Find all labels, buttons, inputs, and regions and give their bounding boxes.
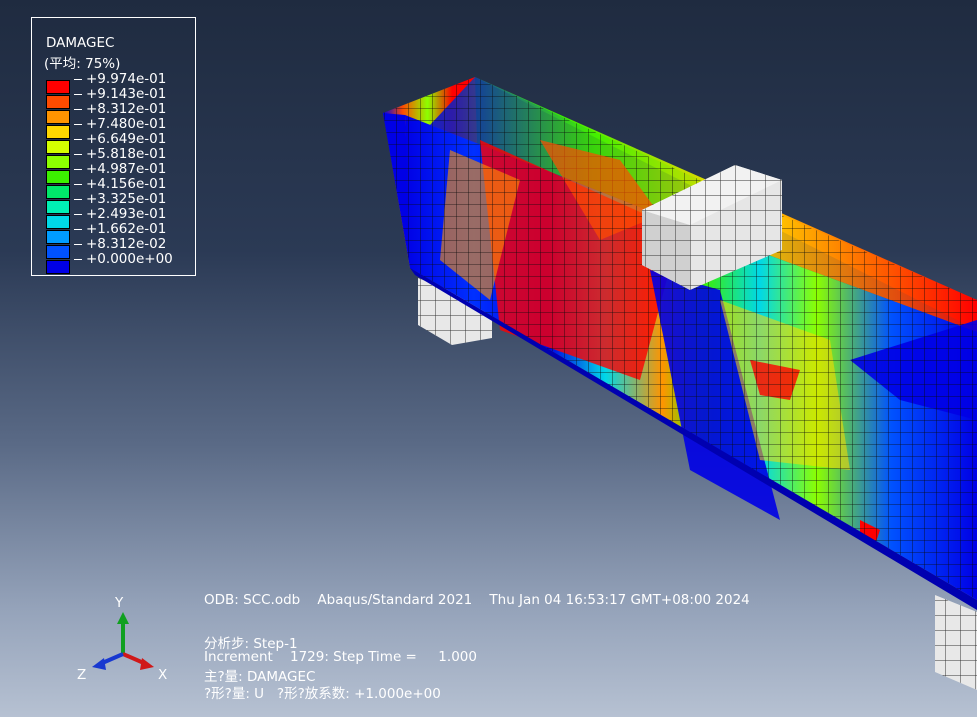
legend-swatch (46, 199, 70, 215)
model-viewport[interactable]: DAMAGEC (平均: 75%) +9.974e-01 +9.143e-01 +8… (0, 0, 977, 717)
legend-value-label: +1.662e-01 (74, 222, 173, 237)
odb-info-line: ODB: SCC.odb Abaqus/Standard 2021 Thu Ja… (204, 592, 750, 608)
legend-value-label: +7.480e-01 (74, 117, 173, 132)
legend-value-label: +4.156e-01 (74, 177, 173, 192)
y-axis-arrowhead (117, 612, 129, 624)
x-axis-arrowhead (140, 658, 154, 670)
legend-labels: +9.974e-01 +9.143e-01 +8.312e-01 +7.480e-01… (74, 72, 173, 267)
legend-value-label: +2.493e-01 (74, 207, 173, 222)
legend-swatch (46, 109, 70, 125)
increment-info-line: Increment 1729: Step Time = 1.000 (204, 649, 477, 665)
legend-swatch (46, 80, 70, 95)
legend-swatch (46, 259, 70, 274)
legend-swatch (46, 229, 70, 245)
legend-value-label: +9.974e-01 (74, 72, 173, 87)
legend-swatch (46, 154, 70, 170)
legend-swatch (46, 169, 70, 185)
legend-value-label: +8.312e-02 (74, 237, 173, 252)
legend-swatch (46, 124, 70, 140)
z-axis-label: Z (77, 667, 87, 683)
axis-triad (92, 612, 154, 670)
legend-swatch (46, 184, 70, 200)
legend-value-label: +8.312e-01 (74, 102, 173, 117)
legend-swatches (46, 80, 70, 275)
legend-swatch (46, 214, 70, 230)
legend-value-label: +0.000e+00 (74, 252, 173, 267)
legend-value-label: +3.325e-01 (74, 192, 173, 207)
legend-value-label: +4.987e-01 (74, 162, 173, 177)
legend-value-label: +9.143e-01 (74, 87, 173, 102)
legend-swatch (46, 94, 70, 110)
legend-swatch (46, 139, 70, 155)
legend-subtitle: (平均: 75%) (44, 56, 121, 72)
x-axis-label: X (158, 667, 168, 683)
y-axis-label: Y (115, 595, 124, 611)
legend-value-label: +6.649e-01 (74, 132, 173, 147)
right-support-block (935, 595, 977, 690)
legend-value-label: +5.818e-01 (74, 147, 173, 162)
legend-swatch (46, 244, 70, 260)
legend-title: DAMAGEC (46, 35, 115, 51)
z-axis-arrowhead (92, 658, 106, 670)
deformed-variable-line: ?形?量: U ?形?放系数: +1.000e+00 (204, 686, 441, 702)
